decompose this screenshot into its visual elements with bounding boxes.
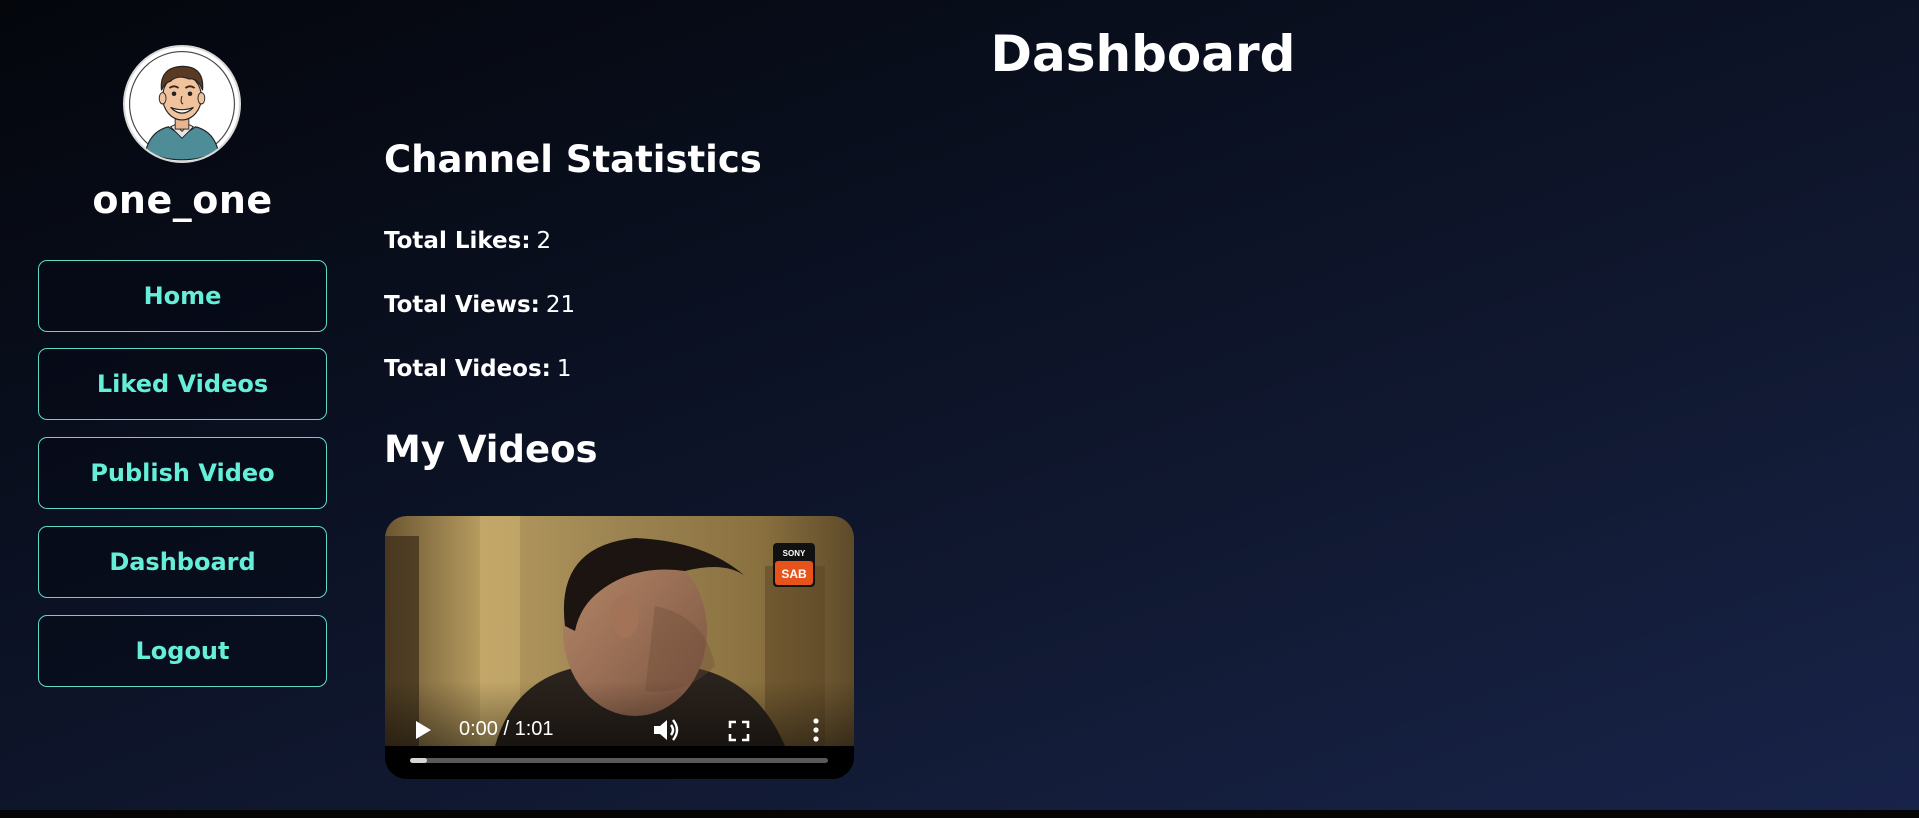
bottom-strip	[0, 810, 1919, 818]
stat-label: Total Views:	[384, 292, 540, 318]
video-progress-buffer	[410, 758, 427, 763]
channel-statistics-heading: Channel Statistics	[384, 138, 762, 181]
more-vertical-icon[interactable]	[811, 717, 821, 743]
stat-value: 21	[545, 292, 576, 318]
stat-total-videos: Total Videos: 1	[384, 356, 572, 382]
watermark-bottom-text: SAB	[781, 567, 807, 581]
nav-dashboard-button[interactable]: Dashboard	[38, 526, 327, 598]
video-progress-bar[interactable]	[410, 758, 828, 763]
sidebar: one_one Home Liked Videos Publish Video …	[0, 0, 365, 810]
my-videos-heading: My Videos	[384, 428, 598, 471]
nav-home-button[interactable]: Home	[38, 260, 327, 332]
stat-value: 1	[556, 356, 572, 382]
stat-total-views: Total Views: 21	[384, 292, 575, 318]
play-icon[interactable]	[413, 720, 433, 740]
stat-label: Total Videos:	[384, 356, 551, 382]
stat-value: 2	[536, 228, 552, 254]
volume-icon[interactable]	[652, 717, 680, 743]
nav-logout-button[interactable]: Logout	[38, 615, 327, 687]
username: one_one	[92, 178, 273, 222]
fullscreen-icon[interactable]	[728, 720, 750, 742]
stat-label: Total Likes:	[384, 228, 531, 254]
channel-watermark: SONY SAB	[773, 543, 815, 587]
video-player[interactable]: SONY SAB 0:00 / 1:01	[385, 516, 854, 779]
video-time: 0:00 / 1:01	[459, 718, 554, 740]
nav-liked-videos-button[interactable]: Liked Videos	[38, 348, 327, 420]
page-title: Dashboard	[990, 25, 1296, 83]
watermark-top-text: SONY	[783, 549, 806, 558]
nav-publish-video-button[interactable]: Publish Video	[38, 437, 327, 509]
video-controls: 0:00 / 1:01	[385, 681, 854, 763]
stat-total-likes: Total Likes: 2	[384, 228, 551, 254]
